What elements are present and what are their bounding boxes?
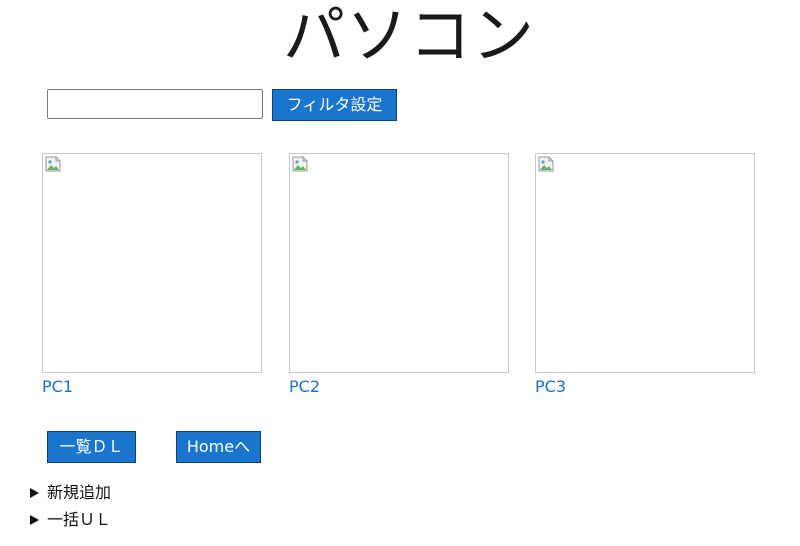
broken-image-icon <box>538 156 554 172</box>
product-image[interactable] <box>289 153 509 373</box>
bulk-upload-label: 一括ＵＬ <box>47 510 112 529</box>
product-link-pc2[interactable]: PC2 <box>289 377 509 397</box>
add-new-label: 新規追加 <box>47 483 112 502</box>
disclosure-triangle-icon <box>30 515 39 525</box>
filter-input[interactable] <box>47 89 263 119</box>
product-link-pc3[interactable]: PC3 <box>535 377 755 397</box>
product-card: PC3 <box>535 153 755 397</box>
page-title: パソコン <box>282 0 535 72</box>
bulk-upload-toggle[interactable]: 一括ＵＬ <box>30 510 111 530</box>
broken-image-icon <box>292 156 308 172</box>
broken-image-icon <box>45 156 61 172</box>
product-image[interactable] <box>42 153 262 373</box>
download-list-button[interactable]: 一覧ＤＬ <box>47 431 136 463</box>
product-image[interactable] <box>535 153 755 373</box>
filter-button[interactable]: フィルタ設定 <box>272 89 397 121</box>
add-new-toggle[interactable]: 新規追加 <box>30 483 111 503</box>
product-card: PC2 <box>289 153 509 397</box>
home-button[interactable]: Homeへ <box>176 431 261 463</box>
product-link-pc1[interactable]: PC1 <box>42 377 262 397</box>
disclosure-triangle-icon <box>30 488 39 498</box>
product-card: PC1 <box>42 153 262 397</box>
